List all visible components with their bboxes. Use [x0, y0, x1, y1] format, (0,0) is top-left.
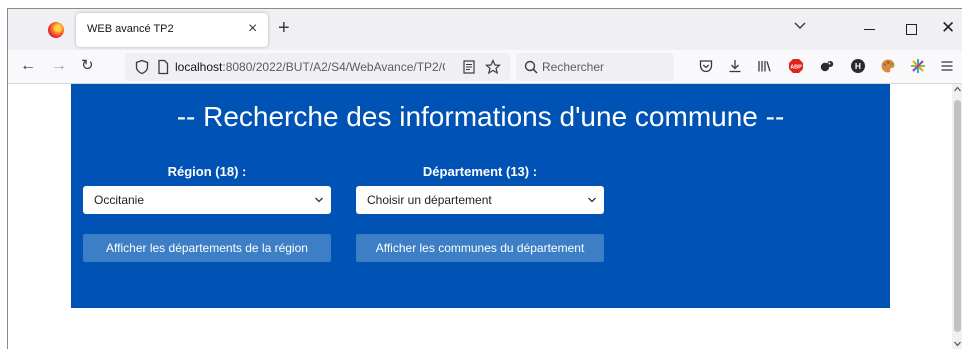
- chevron-down-icon: [588, 197, 596, 203]
- page-title: -- Recherche des informations d'une comm…: [176, 101, 785, 132]
- show-communes-button[interactable]: Afficher les communes du département: [356, 234, 604, 262]
- back-arrow-icon[interactable]: ←: [20, 56, 36, 76]
- search-panel: -- Recherche des informations d'une comm…: [71, 84, 890, 308]
- minimize-icon[interactable]: [864, 29, 875, 30]
- address-bar[interactable]: localhost:8080/2022/BUT/A2/S4/WebAvance/…: [125, 53, 510, 81]
- tab-close-icon[interactable]: ×: [248, 19, 257, 39]
- maximize-icon[interactable]: [906, 24, 917, 35]
- departement-select[interactable]: Choisir un département: [356, 186, 604, 214]
- search-bar[interactable]: Rechercher: [516, 53, 674, 81]
- new-tab-icon[interactable]: +: [278, 16, 290, 40]
- menu-icon[interactable]: [939, 58, 955, 74]
- adblock-label: ABP: [790, 64, 802, 70]
- page-viewport: -- Recherche des informations d'une comm…: [8, 84, 962, 349]
- download-icon[interactable]: [727, 58, 743, 74]
- search-icon: [524, 60, 538, 74]
- firefox-logo-icon: [48, 22, 64, 38]
- reload-icon[interactable]: ↻: [81, 56, 94, 76]
- tab-title: WEB avancé TP2: [87, 23, 174, 35]
- scrollbar-thumb[interactable]: [954, 100, 961, 332]
- scroll-up-icon[interactable]: [953, 85, 962, 93]
- vertical-scrollbar[interactable]: [952, 84, 962, 349]
- scroll-down-icon[interactable]: [953, 340, 962, 348]
- region-select[interactable]: Occitanie: [83, 186, 331, 214]
- browser-window: WEB avancé TP2 × + ✕ ← → ↻ localhost:808…: [7, 8, 962, 349]
- reader-view-icon[interactable]: [461, 59, 477, 75]
- sparkle-icon[interactable]: [910, 58, 926, 74]
- departement-select-value: Choisir un département: [367, 193, 492, 207]
- chevron-down-icon: [315, 197, 323, 203]
- adblock-icon[interactable]: ABP: [788, 58, 804, 74]
- palette-icon[interactable]: [880, 58, 896, 74]
- pocket-icon[interactable]: [698, 58, 714, 74]
- show-departements-button[interactable]: Afficher les départements de la région: [83, 234, 331, 262]
- url-path: :8080/2022/BUT/A2/S4/WebAvance/TP2/Co: [222, 60, 445, 74]
- library-icon[interactable]: [756, 58, 772, 74]
- extension-h-icon[interactable]: H: [850, 58, 866, 74]
- forward-arrow-icon[interactable]: →: [51, 56, 67, 76]
- navigation-toolbar: ← → ↻ localhost:8080/2022/BUT/A2/S4/WebA…: [8, 50, 962, 84]
- bookmark-star-icon[interactable]: [485, 59, 501, 75]
- search-placeholder: Rechercher: [542, 60, 605, 74]
- region-select-value: Occitanie: [94, 193, 145, 207]
- region-label: Région (18) :: [167, 164, 247, 179]
- window-close-icon[interactable]: ✕: [941, 18, 955, 38]
- departement-label: Département (13) :: [422, 164, 538, 179]
- extension-h-label: H: [855, 61, 861, 71]
- shield-icon[interactable]: [134, 59, 150, 75]
- tab-active[interactable]: WEB avancé TP2 ×: [76, 13, 268, 47]
- chevron-down-icon[interactable]: [793, 19, 807, 33]
- url-host: localhost: [175, 60, 223, 74]
- url-text[interactable]: localhost:8080/2022/BUT/A2/S4/WebAvance/…: [175, 60, 445, 74]
- page-icon[interactable]: [155, 59, 171, 75]
- tab-strip: WEB avancé TP2 × + ✕: [8, 9, 962, 50]
- extension-icon[interactable]: [819, 58, 835, 74]
